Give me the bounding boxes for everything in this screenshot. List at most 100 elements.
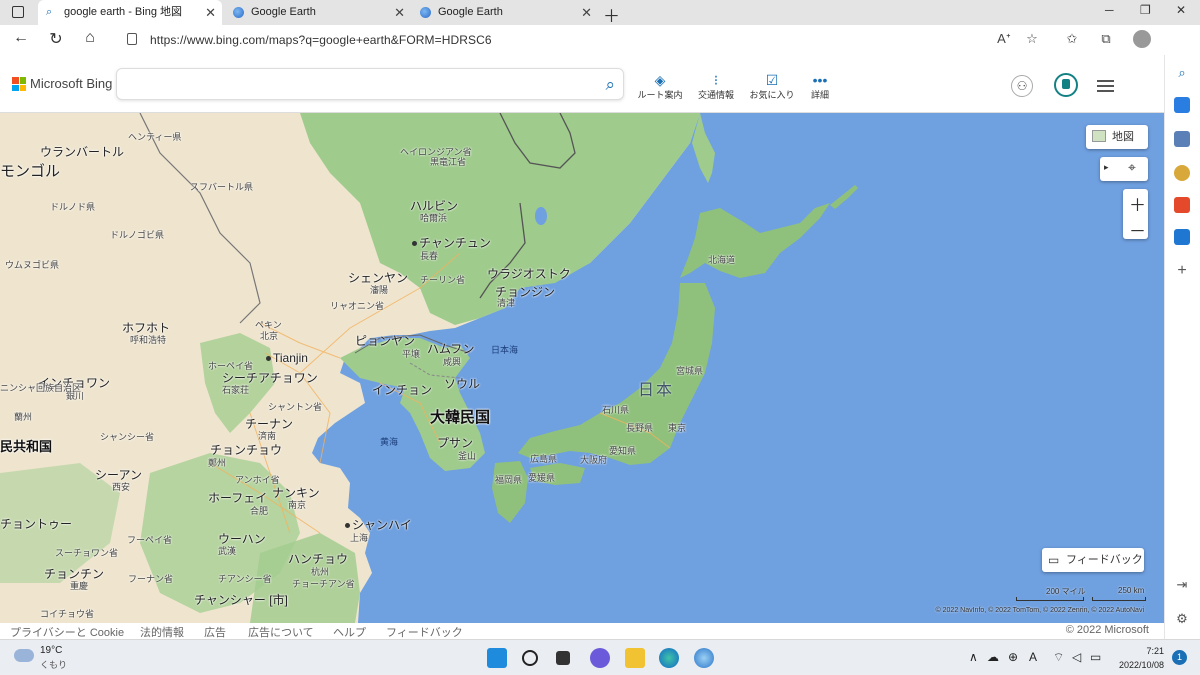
map-label: ヘンティー県 <box>128 132 182 142</box>
map-label: 鄭州 <box>208 458 227 468</box>
close-tab-icon[interactable]: ✕ <box>205 0 216 25</box>
map-label: アンホイ省 <box>235 475 280 485</box>
map-label: コイチョウ省 <box>40 609 95 619</box>
edge-sidebar: ⌕ + ⇥ ⚙ <box>1164 55 1200 639</box>
globe-icon[interactable] <box>694 648 714 668</box>
footer-link-legal[interactable]: 法的情報 <box>140 624 184 640</box>
search-icon[interactable] <box>522 650 538 666</box>
wifi-icon[interactable]: ⌔ <box>1053 650 1064 665</box>
app-icon[interactable]: ⊕ <box>1008 650 1018 664</box>
sign-in-icon[interactable]: ⚇ <box>1011 75 1033 97</box>
add-icon[interactable]: + <box>1174 263 1190 279</box>
file-explorer-icon[interactable] <box>625 648 645 668</box>
traffic-button[interactable]: ⁝ 交通情報 <box>686 72 746 101</box>
map-terrain <box>0 113 858 623</box>
map-label: 愛媛県 <box>528 473 556 483</box>
microsoft-logo-icon[interactable] <box>12 77 26 91</box>
address-bar[interactable]: https://www.bing.com/maps?q=google+earth… <box>150 33 492 47</box>
map-copyright: © 2022 NavInfo, © 2022 TomTom, © 2022 Ze… <box>935 607 1144 614</box>
feedback-button[interactable]: ▭ フィードバック <box>1042 548 1144 572</box>
refresh-button[interactable]: ↻ <box>45 29 67 49</box>
footer-link-help[interactable]: ヘルプ <box>333 624 366 640</box>
start-icon[interactable] <box>487 648 507 668</box>
scale-bar-km <box>1092 597 1146 601</box>
tab-google-earth-2[interactable]: Google Earth ✕ <box>412 0 598 25</box>
expand-arrow-icon[interactable]: ▸ <box>1104 162 1109 173</box>
more-button[interactable]: ••• 詳細 <box>790 72 850 101</box>
map-label: 合肥 <box>250 506 269 516</box>
search-icon[interactable]: ⌕ <box>605 75 615 95</box>
brand-name[interactable]: Microsoft Bing <box>30 76 112 91</box>
favorites-icon[interactable]: ✩ <box>1062 31 1082 47</box>
chat-icon[interactable] <box>590 648 610 668</box>
map-label: 長野県 <box>626 423 654 433</box>
hide-sidebar-icon[interactable]: ⇥ <box>1174 577 1190 593</box>
weather-temp[interactable]: 19°C <box>40 645 62 656</box>
footer-link-ads[interactable]: 広告 <box>204 624 226 640</box>
tools-icon[interactable] <box>1174 131 1190 147</box>
map-label: ニンシャ回族自治区 <box>0 383 82 393</box>
shopping-icon[interactable] <box>1174 97 1190 113</box>
minimize-button[interactable]: ─ <box>1105 3 1114 17</box>
footer-link-feedback[interactable]: フィードバック <box>386 624 463 640</box>
office-icon[interactable] <box>1174 197 1190 213</box>
globe-icon <box>420 7 431 18</box>
home-button[interactable]: ⌂ <box>79 29 101 47</box>
zoom-out-button[interactable]: － <box>1129 217 1146 242</box>
footer-link-privacy[interactable]: プライバシーと Cookie <box>10 624 124 640</box>
close-window-button[interactable]: ✕ <box>1176 3 1186 17</box>
tab-google-earth-1[interactable]: Google Earth ✕ <box>225 0 411 25</box>
outlook-icon[interactable] <box>1174 229 1190 245</box>
volume-icon[interactable]: ◁ <box>1072 650 1081 664</box>
edge-icon[interactable] <box>659 648 679 668</box>
back-button[interactable]: ← <box>10 29 32 47</box>
tool-label: 詳細 <box>810 90 829 100</box>
weather-condition[interactable]: くもり <box>40 658 67 671</box>
search-box[interactable]: ⌕ <box>116 68 624 100</box>
collections-icon[interactable]: ⧉ <box>1096 31 1116 47</box>
games-icon[interactable] <box>1174 165 1190 181</box>
chevron-up-icon[interactable]: ∧ <box>969 650 978 664</box>
task-view-icon[interactable] <box>556 651 570 665</box>
taskbar: 19°C くもり ∧ ☁ ⊕ A ⌔ ◁ ▭ 7:21 2022/10/08 1 <box>0 639 1200 675</box>
map-label: スフバートル県 <box>190 182 254 192</box>
close-tab-icon[interactable]: ✕ <box>581 0 592 25</box>
maximize-button[interactable]: ❐ <box>1140 3 1151 17</box>
traffic-icon: ⁝ <box>713 72 719 88</box>
add-favorite-icon[interactable]: ☆ <box>1022 31 1042 47</box>
tab-title: Google Earth <box>438 6 503 18</box>
cloud-icon[interactable] <box>14 649 34 662</box>
map-label: 広島県 <box>530 454 558 464</box>
tab-actions-icon[interactable] <box>12 6 24 18</box>
search-icon[interactable]: ⌕ <box>1174 65 1190 81</box>
map-label: 武漢 <box>218 546 237 556</box>
map-label: 民共和国 <box>0 439 53 454</box>
close-tab-icon[interactable]: ✕ <box>394 0 405 25</box>
map-label: フーナン省 <box>128 574 174 584</box>
map-style-button[interactable]: 地図 <box>1086 125 1148 149</box>
battery-icon[interactable]: ▭ <box>1090 650 1101 664</box>
clock[interactable]: 7:21 2022/10/08 <box>1112 644 1164 672</box>
scale-miles: 200 マイル <box>1046 587 1086 596</box>
locate-me-icon[interactable]: ⌖ <box>1128 159 1136 176</box>
map-label: 哈爾浜 <box>420 213 448 223</box>
rewards-icon[interactable] <box>1054 73 1078 97</box>
read-aloud-icon[interactable]: Aᐩ <box>994 31 1014 47</box>
map-label: 北京 <box>260 331 279 341</box>
tab-bing-maps[interactable]: ⌕ google earth - Bing 地図 ✕ <box>38 0 222 25</box>
map-label: 福岡県 <box>495 475 523 485</box>
directions-button[interactable]: ◈ ルート案内 <box>630 72 690 101</box>
map-canvas[interactable]: ウランバートル モンゴル ヘンティー県 スフバートル県 ドルノド県 ドルノゴビ県… <box>0 113 1164 623</box>
onedrive-icon[interactable]: ☁ <box>987 650 999 664</box>
settings-icon[interactable]: ⚙ <box>1174 611 1190 627</box>
menu-icon[interactable] <box>1097 80 1114 92</box>
scale-km: 250 km <box>1118 586 1145 595</box>
ime-icon[interactable]: A <box>1029 650 1037 664</box>
zoom-in-button[interactable]: ＋ <box>1129 191 1146 216</box>
map-label: 平壌 <box>402 349 421 359</box>
new-tab-button[interactable]: ＋ <box>603 2 620 27</box>
profile-avatar[interactable] <box>1133 30 1151 48</box>
map-label: インチョン <box>372 383 433 397</box>
notification-badge[interactable]: 1 <box>1172 650 1187 665</box>
footer-link-about-ads[interactable]: 広告について <box>248 624 314 640</box>
